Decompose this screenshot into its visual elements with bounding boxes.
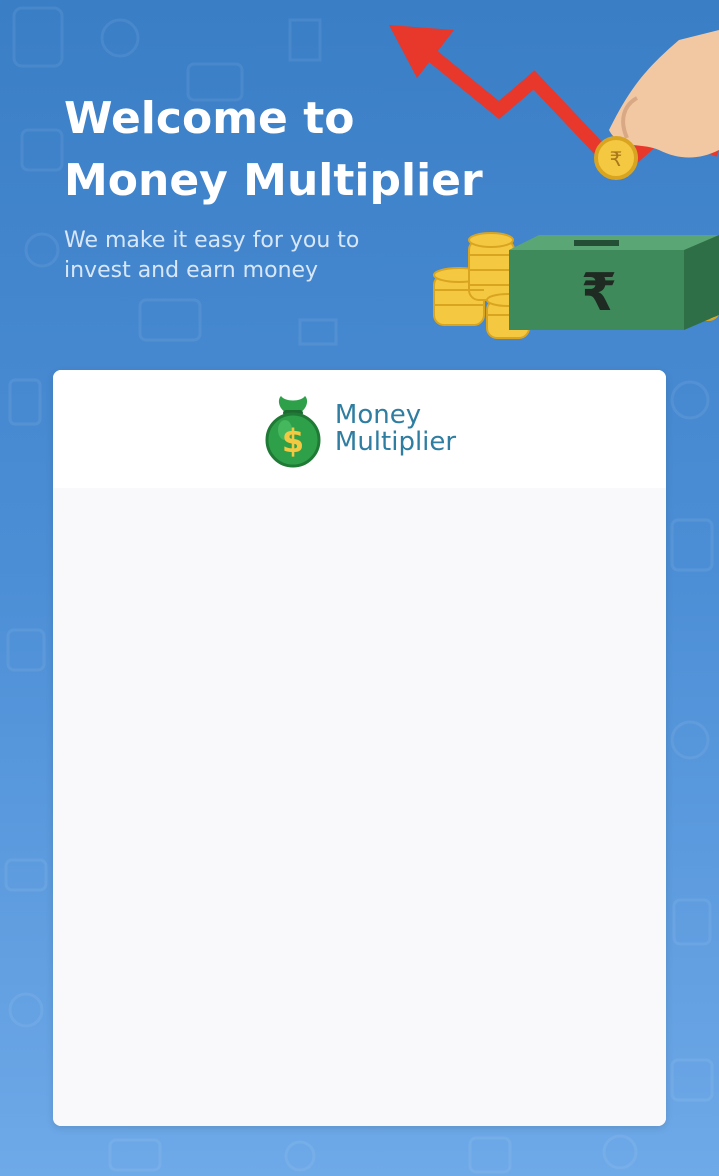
dollar-symbol: $ (282, 422, 304, 460)
rupee-coin-symbol: ₹ (610, 147, 623, 171)
finance-illustration: ₹ ₹ (389, 25, 719, 339)
brand-name-line2: Multiplier (334, 427, 457, 457)
main-card: $ Money Multiplier (53, 370, 666, 1126)
brand-name-line1: Money (334, 400, 422, 430)
money-bag-icon: $ (265, 396, 321, 468)
welcome-subtitle: We make it easy for you to invest and ea… (64, 228, 360, 283)
card-content-area (53, 488, 666, 1126)
brand-name: Money Multiplier (335, 402, 456, 456)
brand-header: $ Money Multiplier (53, 370, 666, 488)
hand-coin-icon: ₹ (594, 30, 719, 180)
money-box-icon: ₹ (509, 235, 719, 330)
rupee-box-symbol: ₹ (581, 263, 617, 323)
